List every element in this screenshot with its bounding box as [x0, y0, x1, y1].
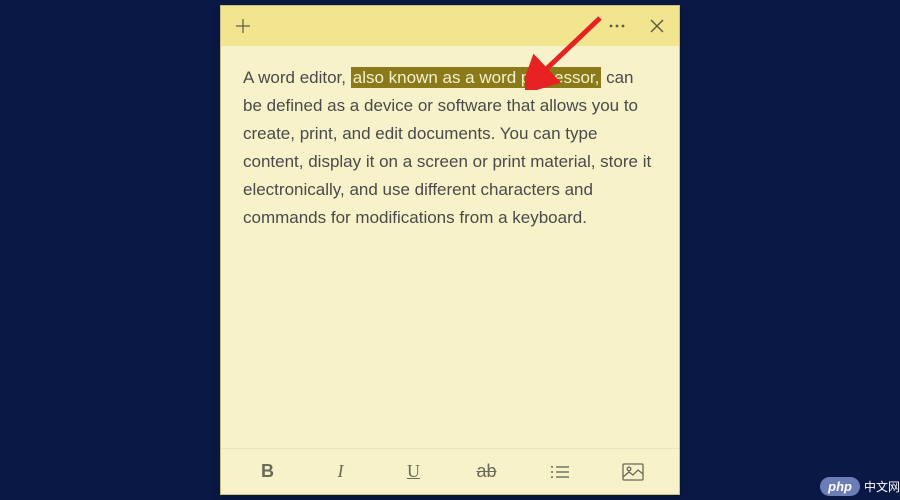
strikethrough-button[interactable]: ab: [468, 453, 506, 491]
bullet-list-button[interactable]: [541, 453, 579, 491]
note-text-highlight: also known as a word processor,: [351, 67, 602, 88]
note-text-before: A word editor,: [243, 68, 351, 87]
note-text-after: can be defined as a device or software t…: [243, 68, 651, 227]
bold-button[interactable]: B: [249, 453, 287, 491]
watermark-text: 中文网: [864, 478, 900, 495]
menu-button[interactable]: [603, 12, 631, 40]
ellipsis-icon: [607, 16, 627, 36]
format-toolbar: B I U ab: [221, 448, 679, 494]
underline-button[interactable]: U: [395, 453, 433, 491]
titlebar-right: [603, 12, 671, 40]
italic-button[interactable]: I: [322, 453, 360, 491]
insert-image-button[interactable]: [614, 453, 652, 491]
watermark-badge: php: [820, 477, 860, 496]
close-icon: [649, 18, 665, 34]
titlebar: [221, 6, 679, 46]
close-button[interactable]: [643, 12, 671, 40]
image-icon: [622, 463, 644, 481]
note-content[interactable]: A word editor, also known as a word proc…: [221, 46, 679, 448]
watermark: php 中文网: [820, 477, 900, 496]
new-note-button[interactable]: [229, 12, 257, 40]
sticky-note-window: A word editor, also known as a word proc…: [220, 5, 680, 495]
titlebar-left: [229, 12, 257, 40]
plus-icon: [234, 17, 252, 35]
list-icon: [550, 464, 570, 480]
